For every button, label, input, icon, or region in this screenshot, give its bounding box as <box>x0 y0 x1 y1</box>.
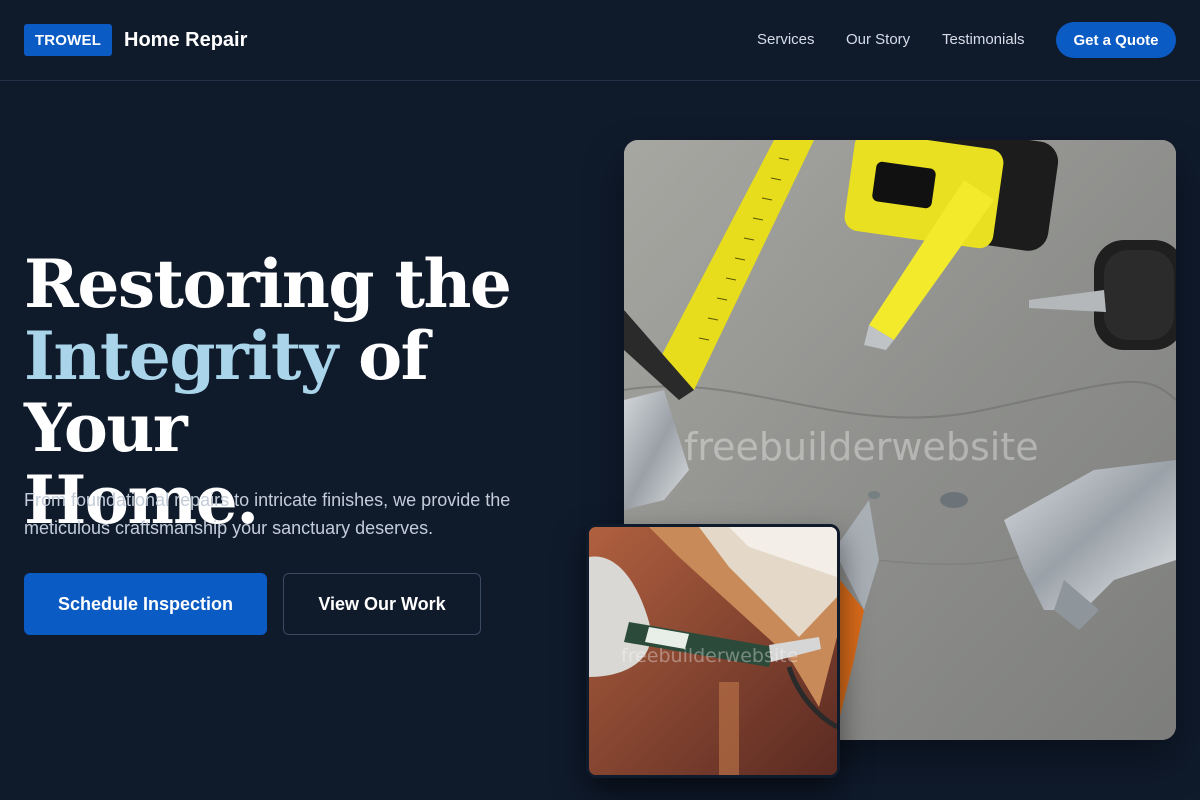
site-header: TROWEL Home Repair Services Our Story Te… <box>0 0 1200 81</box>
view-our-work-button[interactable]: View Our Work <box>283 573 481 635</box>
brand-name[interactable]: Home Repair <box>124 28 247 52</box>
main-image-watermark: freebuilderwebsite <box>684 425 1039 469</box>
headline-line-1: Restoring the <box>24 245 512 323</box>
get-a-quote-button[interactable]: Get a Quote <box>1056 22 1176 58</box>
logo-badge[interactable]: TROWEL <box>24 24 112 56</box>
inset-caulking-photo: freebuilderwebsite <box>586 524 840 778</box>
schedule-inspection-button[interactable]: Schedule Inspection <box>24 573 267 635</box>
nav-link-testimonials[interactable]: Testimonials <box>942 31 1025 49</box>
inset-image-watermark: freebuilderwebsite <box>621 645 798 667</box>
nav-link-our-story[interactable]: Our Story <box>846 31 910 49</box>
headline-accent-word: Integrity <box>24 317 338 395</box>
hero-subtext: From foundational repairs to intricate f… <box>24 490 511 538</box>
nav-link-services[interactable]: Services <box>757 31 815 49</box>
